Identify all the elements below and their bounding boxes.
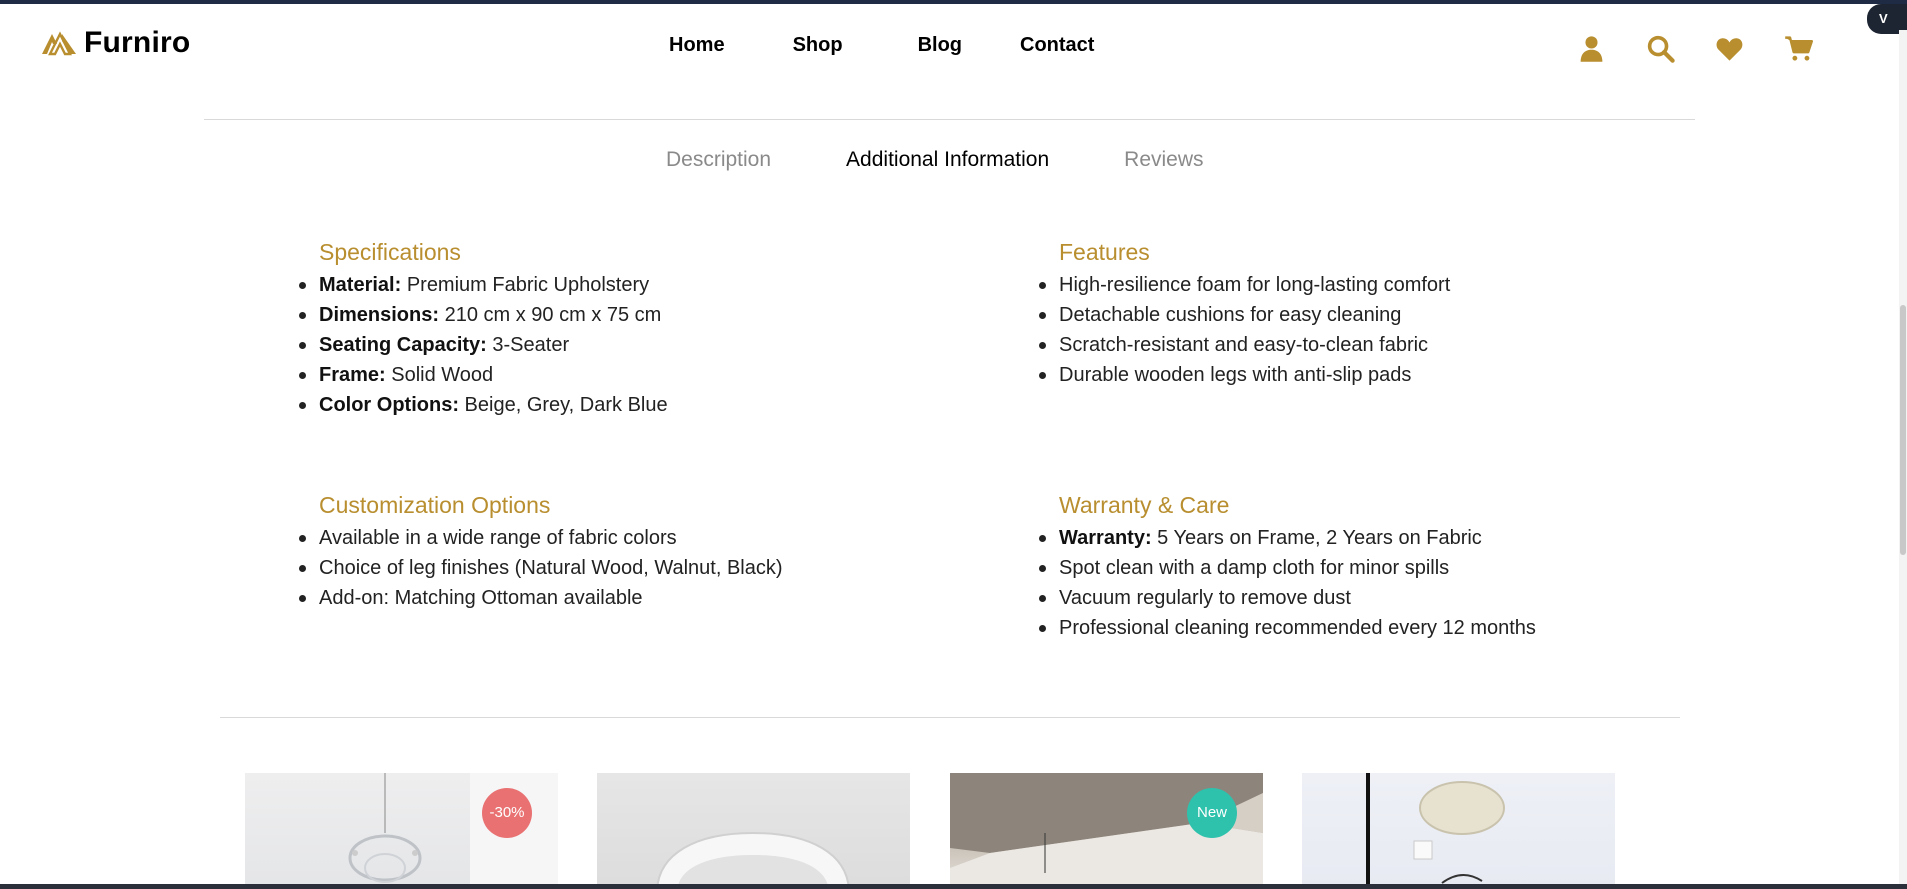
nav-contact[interactable]: Contact — [1020, 34, 1094, 57]
scrollbar[interactable] — [1899, 30, 1907, 884]
product-tabs: Description Additional Information Revie… — [666, 148, 1204, 172]
features-section: Features High-resilience foam for long-l… — [1039, 237, 1759, 390]
list-item: Frame: Solid Wood — [299, 360, 1019, 390]
divider — [220, 717, 1680, 718]
list-item: Spot clean with a damp cloth for minor s… — [1039, 553, 1759, 583]
features-list: High-resilience foam for long-lasting co… — [1039, 270, 1759, 390]
list-item: Dimensions: 210 cm x 90 cm x 75 cm — [299, 300, 1019, 330]
list-item: Durable wooden legs with anti-slip pads — [1039, 360, 1759, 390]
lamp-image — [656, 831, 850, 889]
list-item: Vacuum regularly to remove dust — [1039, 583, 1759, 613]
warranty-list: Warranty: 5 Years on Frame, 2 Years on F… — [1039, 523, 1759, 643]
list-item: Color Options: Beige, Grey, Dark Blue — [299, 390, 1019, 420]
list-item: Professional cleaning recommended every … — [1039, 613, 1759, 643]
spec-label: Dimensions: — [319, 304, 440, 326]
main-nav: Home Shop Blog Contact — [669, 34, 1094, 57]
tab-additional-information[interactable]: Additional Information — [846, 148, 1049, 172]
header-actions — [1577, 34, 1813, 63]
spec-label: Frame: — [319, 364, 386, 386]
section-title: Features — [1059, 239, 1150, 265]
logo-text: Furniro — [84, 26, 191, 59]
list-item: Scratch-resistant and easy-to-clean fabr… — [1039, 330, 1759, 360]
site-header: Furniro Home Shop Blog Contact — [0, 4, 1907, 86]
specifications-section: Specifications Material: Premium Fabric … — [299, 237, 1019, 420]
product-card[interactable]: -30% — [245, 773, 558, 889]
product-card[interactable] — [1302, 773, 1615, 889]
spec-value: Solid Wood — [391, 364, 494, 386]
spec-label: Seating Capacity: — [319, 334, 487, 356]
divider — [204, 119, 1695, 120]
nav-blog[interactable]: Blog — [918, 34, 962, 57]
warranty-section: Warranty & Care Warranty: 5 Years on Fra… — [1039, 490, 1759, 643]
list-item: High-resilience foam for long-lasting co… — [1039, 270, 1759, 300]
logo-icon — [42, 31, 76, 56]
search-icon[interactable] — [1646, 34, 1675, 63]
spec-value: Beige, Grey, Dark Blue — [464, 394, 668, 416]
list-item: Warranty: 5 Years on Frame, 2 Years on F… — [1039, 523, 1759, 553]
scrollbar-thumb[interactable] — [1900, 305, 1906, 555]
list-item: Add-on: Matching Ottoman available — [299, 583, 1019, 613]
list-item: Seating Capacity: 3-Seater — [299, 330, 1019, 360]
user-icon[interactable] — [1577, 34, 1606, 63]
list-item: Available in a wide range of fabric colo… — [299, 523, 1019, 553]
product-card[interactable]: New — [950, 773, 1263, 889]
spec-value: 3-Seater — [492, 334, 570, 356]
site-logo[interactable]: Furniro — [40, 26, 190, 60]
customization-section: Customization Options Available in a wid… — [299, 490, 1019, 613]
heart-icon[interactable] — [1715, 34, 1744, 63]
tab-reviews[interactable]: Reviews — [1124, 148, 1203, 172]
spec-value: 210 cm x 90 cm x 75 cm — [444, 304, 662, 326]
list-item: Material: Premium Fabric Upholstery — [299, 270, 1019, 300]
product-card[interactable] — [597, 773, 910, 889]
discount-badge: -30% — [482, 788, 532, 838]
floor-lamp-image — [1366, 773, 1505, 889]
list-item: Detachable cushions for easy cleaning — [1039, 300, 1759, 330]
section-title: Specifications — [319, 239, 461, 265]
spec-label: Material: — [319, 274, 402, 296]
nav-home[interactable]: Home — [669, 34, 725, 57]
taskbar-strip — [0, 884, 1907, 889]
warranty-value: 5 Years on Frame, 2 Years on Fabric — [1157, 527, 1482, 549]
customization-list: Available in a wide range of fabric colo… — [299, 523, 1019, 613]
spec-value: Premium Fabric Upholstery — [406, 274, 650, 296]
specifications-list: Material: Premium Fabric Upholstery Dime… — [299, 270, 1019, 420]
cart-icon[interactable] — [1784, 34, 1813, 63]
warranty-label: Warranty: — [1059, 527, 1152, 549]
list-item: Choice of leg finishes (Natural Wood, Wa… — [299, 553, 1019, 583]
page: Furniro Home Shop Blog Contact V Descrip… — [0, 0, 1907, 889]
nav-shop[interactable]: Shop — [793, 34, 843, 57]
spec-label: Color Options: — [319, 394, 459, 416]
section-title: Customization Options — [319, 492, 551, 518]
tab-description[interactable]: Description — [666, 148, 771, 172]
section-title: Warranty & Care — [1059, 492, 1230, 518]
new-badge: New — [1187, 788, 1237, 838]
